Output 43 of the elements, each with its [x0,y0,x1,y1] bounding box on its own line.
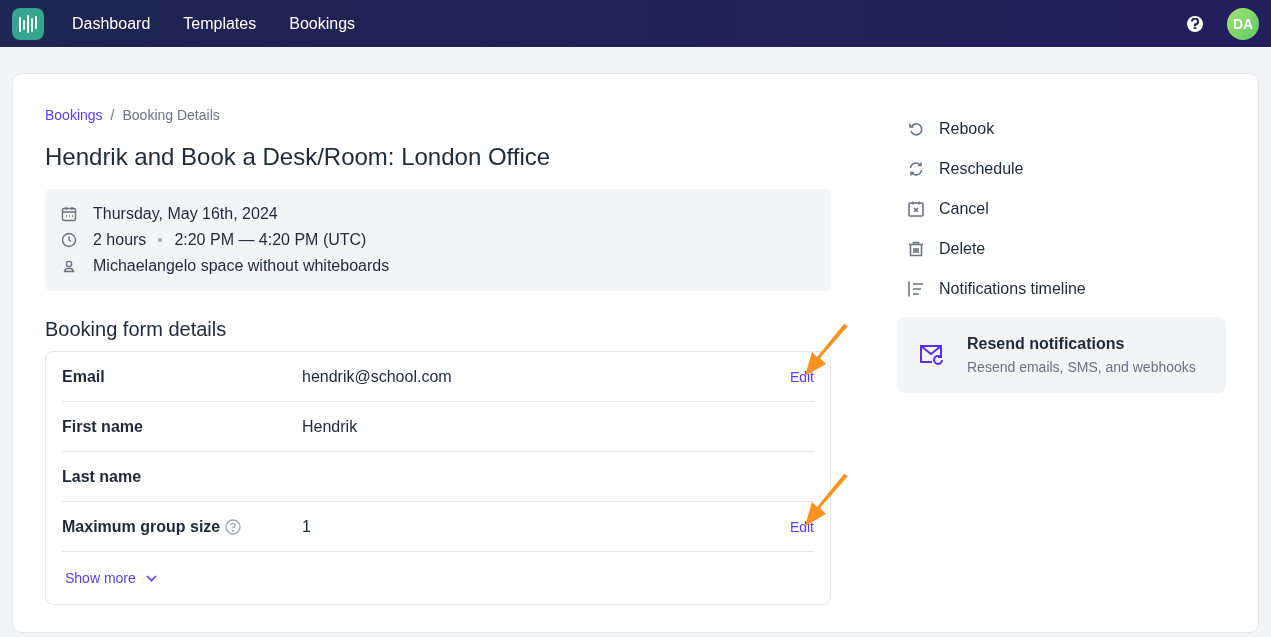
mail-resend-icon [919,343,945,367]
help-icon[interactable] [1187,15,1203,32]
field-value: hendrik@school.com [302,367,452,385]
edit-link[interactable]: Edit [789,518,814,535]
trash-icon [907,240,925,258]
field-value: Hendrik [302,417,358,435]
field-label: Last name [62,467,142,486]
undo-icon [907,120,925,138]
calendar-x-icon [907,200,925,218]
section-heading: Booking form details [45,318,228,341]
action-item[interactable]: Reschedule [897,149,1226,189]
separator-dot [158,238,163,242]
nav-link[interactable]: Bookings [289,14,356,33]
time-range-text: 2:20 PM — 4:20 PM (UTC) [174,231,367,249]
field-value: 1 [302,517,311,535]
nav-link[interactable]: Dashboard [72,14,151,33]
field-label: Maximum group size [62,517,221,536]
action-item[interactable]: Notifications timeline [897,269,1226,309]
clock-icon [61,232,77,248]
resource-text: Michaelangelo space without whiteboards [93,257,390,275]
logo-icon[interactable] [12,7,44,40]
page-title: Hendrik and Book a Desk/Room: London Office [45,143,552,171]
action-item[interactable]: Cancel [897,189,1226,229]
breadcrumb-current: Booking Details [122,107,220,123]
date-text: Thursday, May 16th, 2024 [93,205,278,223]
resend-notifications-card[interactable]: Resend notifications Resend emails, SMS, and webhooks [897,317,1226,393]
nav-link[interactable]: Templates [183,14,257,33]
duration-text: 2 hours [93,231,147,249]
action-item[interactable]: Delete [897,229,1226,269]
field-label: First name [62,417,143,436]
resend-title: Resend notifications [967,335,1126,353]
refresh-icon [907,160,925,178]
calendar-icon [61,206,77,222]
field-label: Email [62,367,105,386]
timeline-icon [907,280,925,298]
resend-subtitle: Resend emails, SMS, and webhooks [967,359,1196,375]
edit-link[interactable]: Edit [789,368,814,385]
chevron-down-icon [145,574,157,582]
breadcrumb-link[interactable]: Bookings [45,107,103,123]
breadcrumb-separator: / [110,107,115,123]
show-more-link[interactable]: Show more [62,552,814,604]
person-icon [62,259,76,273]
action-item[interactable]: Rebook [897,109,1226,149]
